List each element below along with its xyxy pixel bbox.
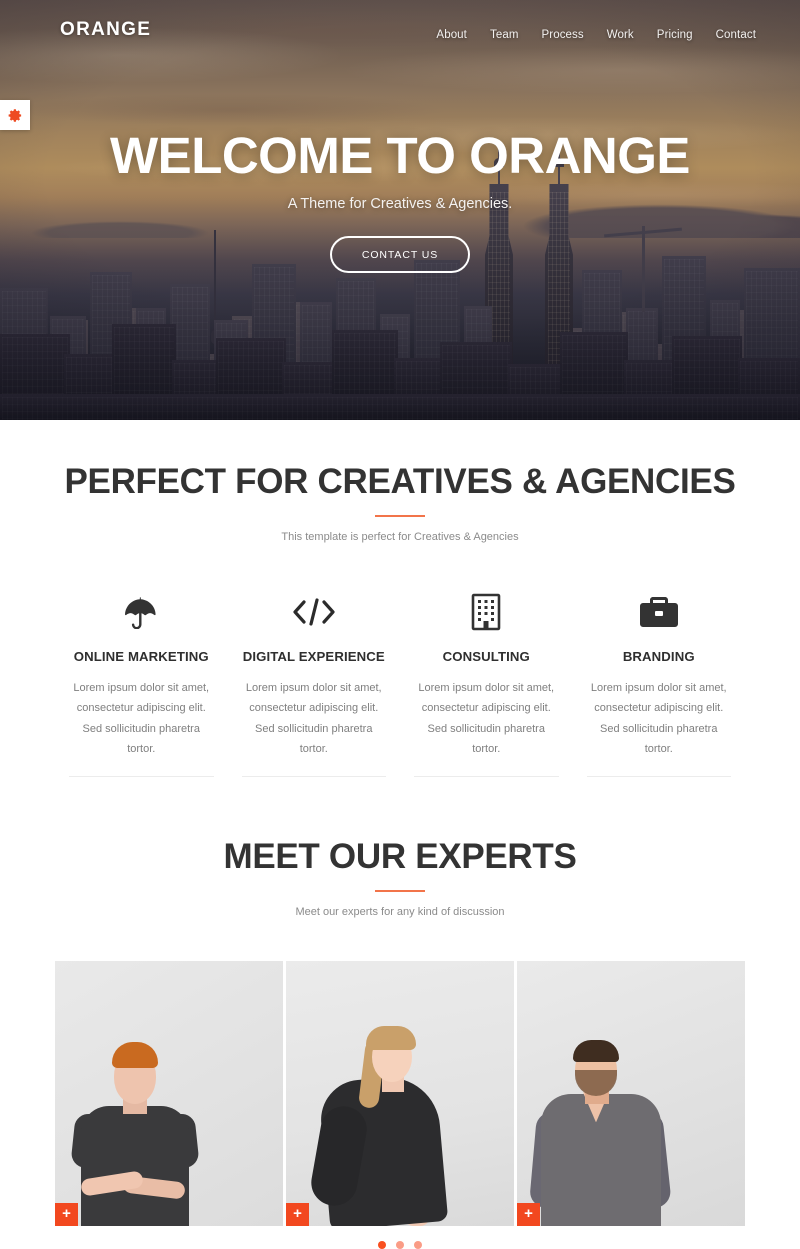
service-title: CONSULTING: [442, 649, 530, 664]
nav-item-pricing[interactable]: Pricing: [657, 25, 693, 43]
services-subtitle: This template is perfect for Creatives &…: [281, 531, 519, 543]
nav-item-team[interactable]: Team: [490, 25, 519, 43]
team-member-photo: [517, 961, 745, 1227]
team-heading-block: MEET OUR EXPERTS Meet our experts for an…: [0, 837, 800, 918]
service-card-branding: BRANDING Lorem ipsum dolor sit amet, con…: [573, 591, 746, 778]
nav-item-process[interactable]: Process: [542, 25, 584, 43]
briefcase-icon: [587, 591, 732, 633]
nav-link-process[interactable]: Process: [542, 29, 584, 41]
landing-page: ORANGE About Team Process Work Pricing C…: [0, 0, 800, 1249]
team-accent-rule: [375, 890, 425, 893]
hero-section: ORANGE About Team Process Work Pricing C…: [0, 0, 800, 420]
carousel-dot-1[interactable]: [378, 1241, 386, 1249]
services-accent-rule: [375, 515, 425, 517]
hero-title: WELCOME TO ORANGE: [110, 126, 690, 184]
service-divider: [414, 776, 559, 778]
services-grid: ONLINE MARKETING Lorem ipsum dolor sit a…: [55, 591, 746, 778]
umbrella-icon: [69, 591, 214, 633]
service-text: Lorem ipsum dolor sit amet, consectetur …: [418, 682, 555, 756]
hero-subtitle: A Theme for Creatives & Agencies.: [287, 195, 513, 212]
service-divider: [586, 776, 731, 778]
nav-item-contact[interactable]: Contact: [716, 25, 756, 43]
main-navigation: ORANGE About Team Process Work Pricing C…: [0, 0, 800, 62]
nav-item-about[interactable]: About: [436, 25, 467, 43]
service-card-digital-experience: DIGITAL EXPERIENCE Lorem ipsum dolor sit…: [228, 591, 401, 778]
service-divider: [69, 776, 214, 778]
nav-link-team[interactable]: Team: [490, 29, 519, 41]
team-member-expand-button[interactable]: +: [55, 1203, 78, 1227]
hero-content: WELCOME TO ORANGE A Theme for Creatives …: [0, 0, 800, 420]
team-section: MEET OUR EXPERTS Meet our experts for an…: [0, 777, 800, 1249]
service-title: ONLINE MARKETING: [73, 649, 209, 664]
nav-link-pricing[interactable]: Pricing: [657, 29, 693, 41]
service-card-consulting: CONSULTING Lorem ipsum dolor sit amet, c…: [400, 591, 573, 778]
team-member-photo: [286, 961, 514, 1227]
team-carousel: + + +: [55, 961, 745, 1227]
carousel-dot-2[interactable]: [396, 1241, 404, 1249]
team-member-card[interactable]: +: [286, 961, 514, 1227]
service-card-online-marketing: ONLINE MARKETING Lorem ipsum dolor sit a…: [55, 591, 228, 778]
service-text: Lorem ipsum dolor sit amet, consectetur …: [73, 682, 210, 756]
team-member-card[interactable]: +: [517, 961, 745, 1227]
team-title: MEET OUR EXPERTS: [223, 837, 577, 877]
services-section: PERFECT FOR CREATIVES & AGENCIES This te…: [0, 420, 800, 778]
service-title: BRANDING: [622, 649, 695, 664]
team-member-expand-button[interactable]: +: [286, 1203, 309, 1227]
services-heading-block: PERFECT FOR CREATIVES & AGENCIES This te…: [0, 462, 800, 543]
site-logo[interactable]: ORANGE: [60, 19, 151, 41]
services-title: PERFECT FOR CREATIVES & AGENCIES: [64, 462, 736, 501]
building-icon: [414, 591, 559, 633]
team-member-expand-button[interactable]: +: [517, 1203, 540, 1227]
team-member-card[interactable]: +: [55, 961, 283, 1227]
nav-link-about[interactable]: About: [436, 29, 467, 41]
service-divider: [241, 776, 386, 778]
carousel-dot-3[interactable]: [414, 1241, 422, 1249]
nav-links: About Team Process Work Pricing Contact: [436, 25, 756, 43]
team-member-photo: [55, 961, 283, 1227]
service-text: Lorem ipsum dolor sit amet, consectetur …: [245, 682, 382, 756]
nav-item-work[interactable]: Work: [607, 25, 634, 43]
gear-icon: [8, 108, 21, 122]
nav-link-contact[interactable]: Contact: [716, 29, 756, 41]
service-title: DIGITAL EXPERIENCE: [242, 649, 385, 664]
team-subtitle: Meet our experts for any kind of discuss…: [295, 906, 505, 919]
settings-panel-toggle[interactable]: [0, 100, 30, 130]
hero-contact-button[interactable]: CONTACT US: [329, 235, 471, 273]
service-text: Lorem ipsum dolor sit amet, consectetur …: [590, 682, 727, 756]
carousel-dots: [0, 1241, 800, 1249]
nav-link-work[interactable]: Work: [607, 29, 634, 41]
code-icon: [242, 591, 387, 633]
